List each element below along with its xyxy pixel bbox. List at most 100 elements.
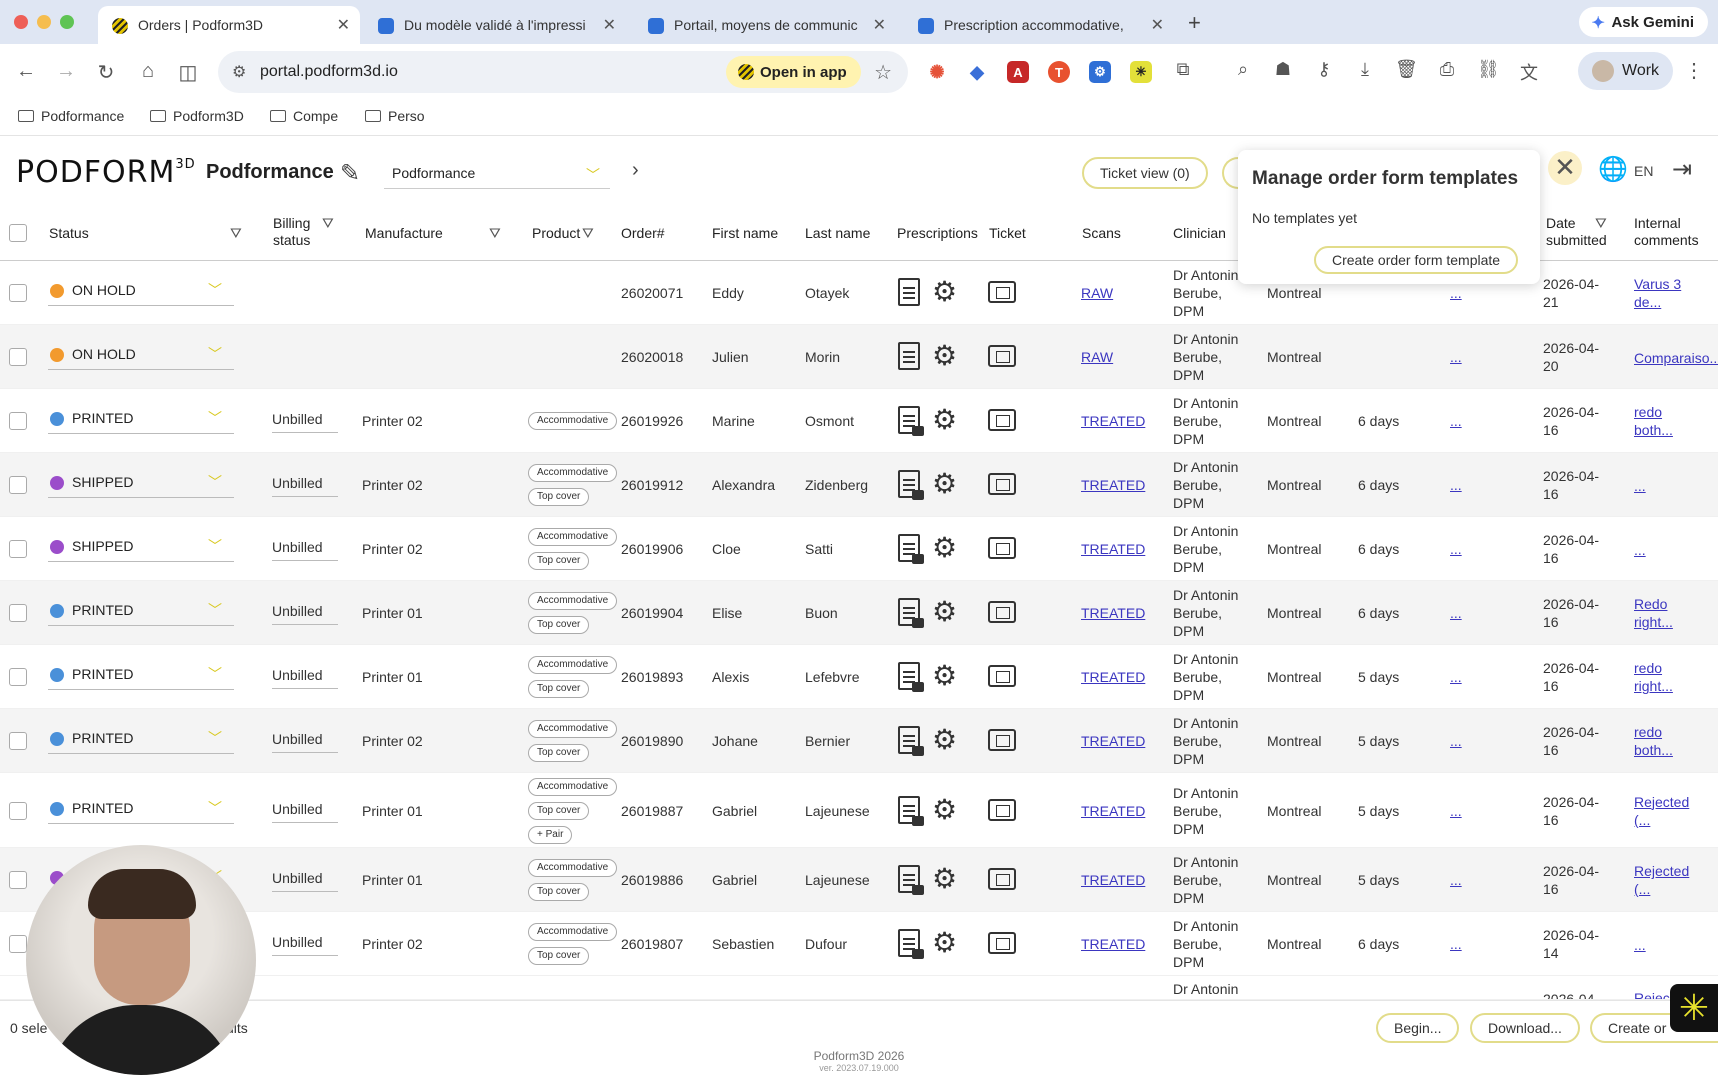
more-link[interactable]: ... <box>1450 477 1462 493</box>
table-row[interactable]: PRINTED ﹀ Unbilled Printer 01 Accommodative T… <box>0 581 1718 645</box>
internal-comment-link[interactable]: redo both... <box>1634 403 1673 439</box>
table-row[interactable]: PRINTED ﹀ Unbilled Printer 02 Accommodative T… <box>0 709 1718 773</box>
order-number-cell[interactable]: 26019886 <box>621 872 683 888</box>
column-manufacture[interactable]: Manufacture <box>365 225 443 242</box>
gear-icon[interactable]: ⚙ <box>932 662 957 690</box>
order-number-cell[interactable]: 26020018 <box>621 349 683 365</box>
ticket-icon[interactable] <box>988 473 1016 495</box>
bookmark-perso[interactable]: Perso <box>365 108 425 124</box>
split-view-icon[interactable]: ◫ <box>176 60 200 85</box>
home-icon[interactable]: ⌂ <box>136 60 160 83</box>
order-number-cell[interactable]: 26019807 <box>621 936 683 952</box>
open-in-app-button[interactable]: Open in app <box>726 56 861 88</box>
scan-link[interactable]: TREATED <box>1081 477 1145 493</box>
scan-link[interactable]: TREATED <box>1081 541 1145 557</box>
incognito-icon[interactable]: ☗ <box>1272 59 1294 80</box>
tab-close-icon[interactable]: ✕ <box>337 15 350 35</box>
begin-button[interactable]: Begin... <box>1376 1013 1460 1043</box>
forward-icon[interactable]: → <box>54 60 78 83</box>
download-icon[interactable]: ⤓ <box>1354 59 1376 80</box>
tab-prescription[interactable]: Prescription accommodative, ✕ <box>904 6 1174 44</box>
column-prescriptions[interactable]: Prescriptions <box>897 225 978 242</box>
status-select[interactable]: PRINTED ﹀ <box>48 724 234 754</box>
prescription-document-icon[interactable] <box>898 534 924 564</box>
column-status[interactable]: Status <box>49 225 89 242</box>
internal-comment-link[interactable]: Rejected (... <box>1634 793 1689 829</box>
ticket-icon[interactable] <box>988 665 1016 687</box>
bookmark-compe[interactable]: Compe <box>270 108 338 124</box>
billing-status-select[interactable]: Unbilled <box>272 405 338 433</box>
download-button[interactable]: Download... <box>1470 1013 1580 1043</box>
trash-icon[interactable]: 🗑 <box>1395 59 1418 80</box>
prescription-document-icon[interactable] <box>898 929 924 959</box>
screenshot-icon[interactable]: ⌕ <box>1232 59 1254 80</box>
gear-icon[interactable]: ⚙ <box>932 534 957 562</box>
language-label[interactable]: EN <box>1634 163 1653 179</box>
tab-portail[interactable]: Portail, moyens de communic ✕ <box>634 6 896 44</box>
column-first-name[interactable]: First name <box>712 225 778 242</box>
prescription-document-icon[interactable] <box>898 278 920 306</box>
bookmark-podform3d[interactable]: Podform3D <box>150 108 244 124</box>
globe-icon[interactable]: 🌐 <box>1598 155 1628 184</box>
ticket-icon[interactable] <box>988 537 1016 559</box>
extension-spark-icon[interactable]: ✳ <box>1130 61 1152 83</box>
internal-comment-link[interactable]: Redo right... <box>1634 595 1673 631</box>
status-select[interactable]: ON HOLD ﹀ <box>48 340 234 370</box>
row-checkbox[interactable] <box>9 412 27 430</box>
gear-icon[interactable]: ⚙ <box>932 470 957 498</box>
table-row[interactable]: ﹀UnbilledPrinter 01AccommodativeTop cove… <box>0 848 1718 912</box>
prescription-document-icon[interactable] <box>898 726 924 756</box>
link-icon[interactable]: ⛓ <box>1477 59 1500 80</box>
prescription-document-icon[interactable] <box>898 795 924 826</box>
back-icon[interactable]: ← <box>14 60 38 83</box>
filter-icon[interactable]: ⛛ <box>230 225 242 242</box>
gear-icon[interactable]: ⚙ <box>932 406 957 434</box>
billing-status-select[interactable]: Unbilled <box>272 661 338 689</box>
organization-select[interactable]: Podformance ﹀ <box>384 157 610 189</box>
ask-gemini-button[interactable]: ✦ Ask Gemini <box>1579 7 1708 37</box>
row-checkbox[interactable] <box>9 348 27 366</box>
order-number-cell[interactable]: 26019887 <box>621 803 683 819</box>
billing-status-select[interactable]: Unbilled <box>272 928 338 956</box>
column-last-name[interactable]: Last name <box>805 225 870 242</box>
prescription-document-icon[interactable] <box>898 865 924 895</box>
ticket-icon[interactable] <box>988 345 1016 367</box>
address-bar[interactable]: ⚙ portal.podform3d.io Open in app ☆ <box>218 51 908 93</box>
extension-claude-icon[interactable]: ✺ <box>926 61 948 83</box>
more-link[interactable]: ... <box>1450 872 1462 888</box>
ticket-icon[interactable] <box>988 729 1016 751</box>
row-checkbox[interactable] <box>9 668 27 686</box>
column-order-number[interactable]: Order# <box>621 225 665 242</box>
prescription-document-icon[interactable] <box>898 342 920 370</box>
order-number-cell[interactable]: 26019926 <box>621 413 683 429</box>
column-product[interactable]: Product <box>532 225 580 242</box>
internal-comment-link[interactable]: Varus 3 de... <box>1634 275 1681 311</box>
billing-status-select[interactable]: Unbilled <box>272 533 338 561</box>
scan-link[interactable]: TREATED <box>1081 803 1145 819</box>
order-number-cell[interactable]: 26019890 <box>621 733 683 749</box>
internal-comment-link[interactable]: ... <box>1634 936 1646 954</box>
scan-link[interactable]: TREATED <box>1081 733 1145 749</box>
close-popup-icon[interactable]: ✕ <box>1548 151 1582 185</box>
gear-icon[interactable]: ⚙ <box>932 865 957 893</box>
status-select[interactable]: ON HOLD ﹀ <box>48 276 234 306</box>
billing-status-select[interactable]: Unbilled <box>272 469 338 497</box>
tab-modele-valide[interactable]: Du modèle validé à l'impressi ✕ <box>364 6 626 44</box>
tab-orders[interactable]: Orders | Podform3D ✕ <box>98 6 360 44</box>
browser-menu-icon[interactable]: ⋮ <box>1684 58 1704 83</box>
create-order-form-template-button[interactable]: Create order form template <box>1314 246 1519 274</box>
extension-t-icon[interactable]: T <box>1048 61 1070 83</box>
order-number-cell[interactable]: 26019912 <box>621 477 683 493</box>
filter-icon[interactable]: ⛛ <box>1595 215 1607 232</box>
status-select[interactable]: PRINTED ﹀ <box>48 660 234 690</box>
assistant-spark-icon[interactable]: ✳ <box>1670 984 1718 1032</box>
reload-icon[interactable]: ↻ <box>94 60 118 85</box>
more-link[interactable]: ... <box>1450 936 1462 952</box>
scan-link[interactable]: RAW <box>1081 349 1113 365</box>
row-checkbox[interactable] <box>9 284 27 302</box>
order-number-cell[interactable]: 26019893 <box>621 669 683 685</box>
print-icon[interactable]: ⎙ <box>1436 59 1458 80</box>
gear-icon[interactable]: ⚙ <box>932 929 957 957</box>
close-window-icon[interactable] <box>14 15 28 29</box>
more-link[interactable]: ... <box>1450 669 1462 685</box>
